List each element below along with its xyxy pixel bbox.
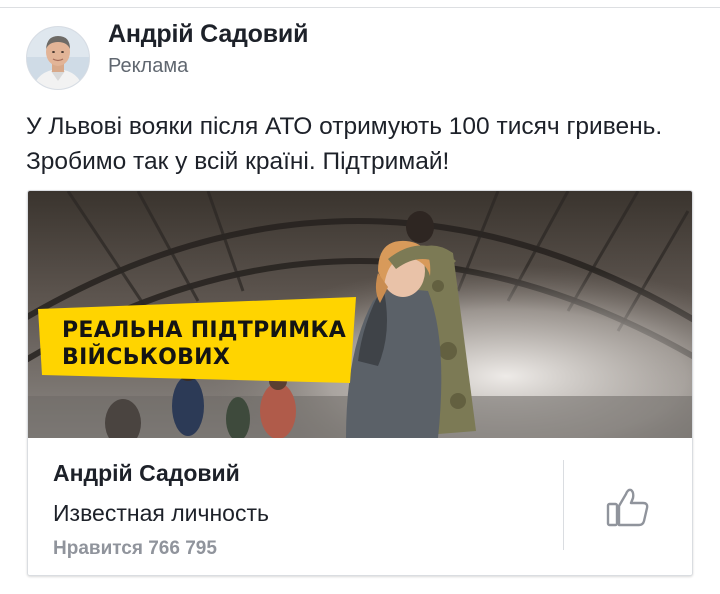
page-name[interactable]: Андрій Садовий <box>53 460 240 487</box>
page-category: Известная личность <box>53 500 269 526</box>
ad-card[interactable]: РЕАЛЬНА ПІДТРИМКА ВІЙСЬКОВИХ Андрій Садо… <box>27 190 693 576</box>
ad-banner: РЕАЛЬНА ПІДТРИМКА ВІЙСЬКОВИХ <box>38 297 356 383</box>
post-author-name[interactable]: Андрій Садовий <box>108 20 308 49</box>
ad-banner-line2: ВІЙСЬКОВИХ <box>62 345 231 370</box>
thumbs-up-icon <box>606 488 649 526</box>
ad-banner-text: РЕАЛЬНА ПІДТРИМКА ВІЙСЬКОВИХ <box>62 317 346 371</box>
page-info-footer[interactable]: Андрій Садовий Известная личность Нравит… <box>28 438 692 575</box>
top-divider <box>0 7 720 8</box>
sponsored-label[interactable]: Реклама <box>108 55 188 78</box>
avatar-photo <box>27 27 89 89</box>
ad-banner-line1: РЕАЛЬНА ПІДТРИМКА <box>62 318 347 343</box>
page-likes-count: Нравится 766 795 <box>53 538 217 559</box>
post-text: У Львові вояки після АТО отримують 100 т… <box>26 113 663 175</box>
like-page-button[interactable] <box>564 438 692 575</box>
author-avatar[interactable] <box>26 26 90 90</box>
ad-image[interactable]: РЕАЛЬНА ПІДТРИМКА ВІЙСЬКОВИХ <box>28 191 692 438</box>
